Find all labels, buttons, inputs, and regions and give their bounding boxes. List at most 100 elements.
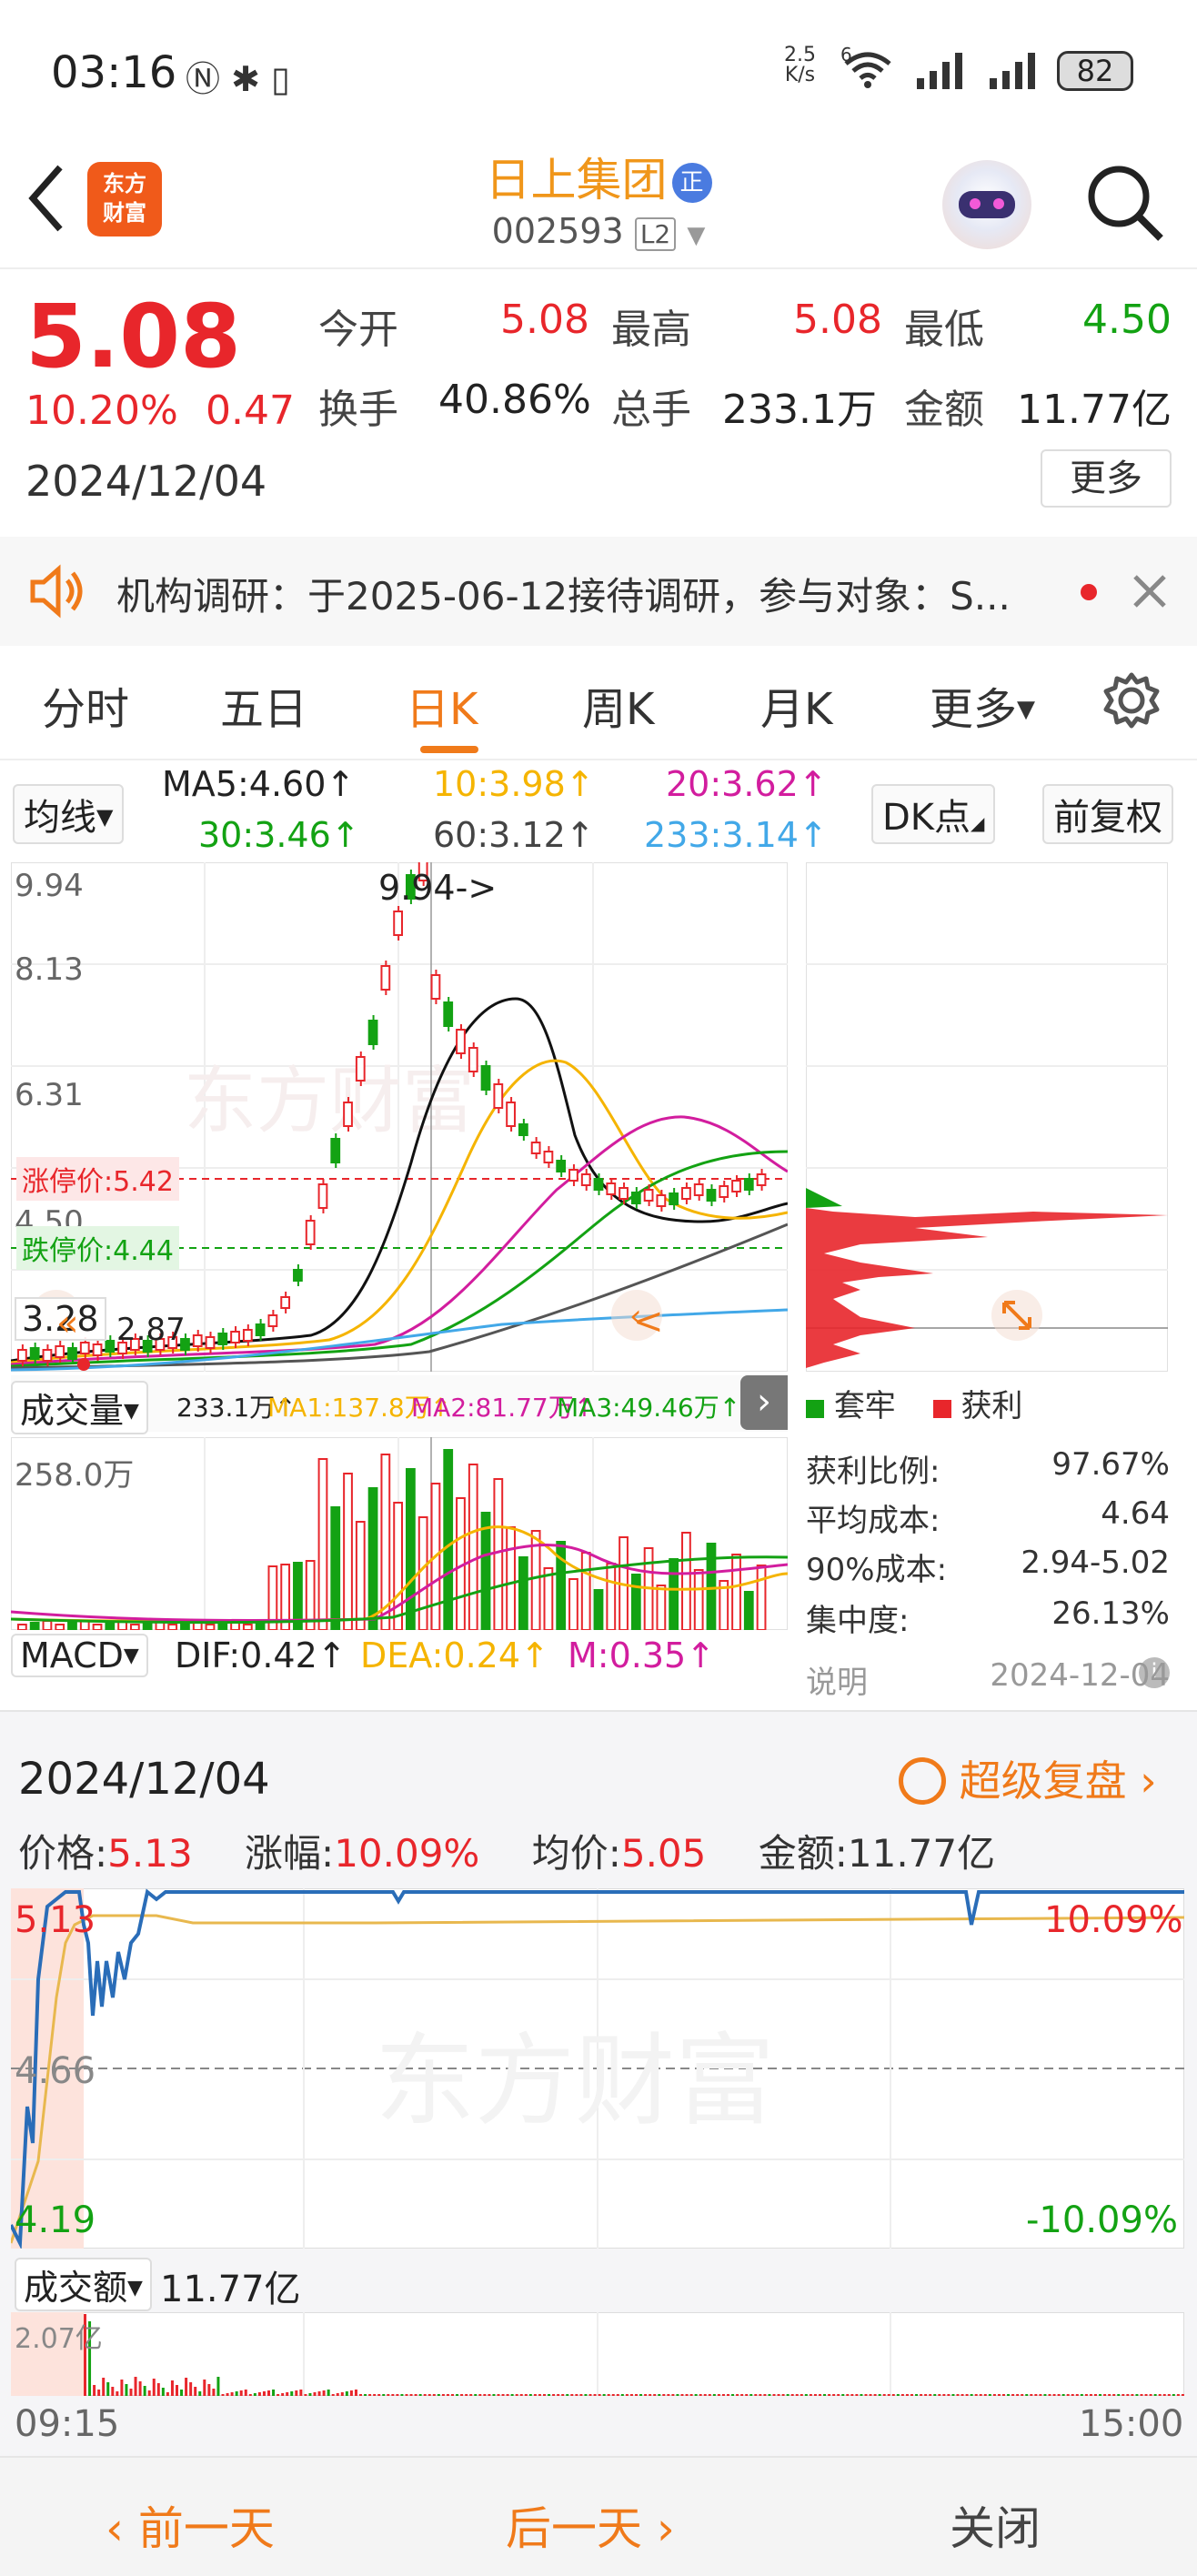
notice-bar[interactable]: 机构调研：于2025-06-12接待调研，参与对象：S... bbox=[0, 537, 1197, 646]
turnover-bar bbox=[1176, 2394, 1180, 2396]
turnover-bar bbox=[308, 2393, 312, 2396]
turnover-bar bbox=[125, 2384, 128, 2396]
turnover-bar bbox=[689, 2394, 693, 2396]
turnover-bar bbox=[528, 2394, 532, 2396]
next-day-button[interactable]: 后一天 › bbox=[506, 2492, 675, 2558]
turnover-bar bbox=[207, 2384, 211, 2396]
turnover-bar bbox=[432, 2394, 436, 2396]
turnover-bar bbox=[584, 2394, 588, 2396]
turnover-bar bbox=[662, 2394, 666, 2396]
ma30-label: 30:3.46↑ bbox=[198, 815, 360, 855]
field-label: 最低 bbox=[904, 307, 984, 353]
turnover-bar bbox=[262, 2391, 266, 2396]
intraday-price-chart[interactable]: 东方财富 bbox=[11, 1888, 1184, 2249]
tab-more[interactable]: 更多▼ bbox=[930, 673, 1035, 737]
turnover-bar bbox=[997, 2394, 1001, 2396]
turnover-bar bbox=[1162, 2394, 1166, 2396]
turnover-bar bbox=[790, 2394, 794, 2396]
turnover-bar bbox=[1135, 2394, 1139, 2396]
prev-day-button[interactable]: ‹ 前一天 bbox=[106, 2492, 275, 2558]
macd-selector[interactable]: MACD▼ bbox=[11, 1634, 148, 1677]
turnover-bar bbox=[938, 2394, 941, 2396]
turnover-bar bbox=[667, 2394, 670, 2396]
turnover-bar bbox=[1052, 2394, 1056, 2396]
volume-bar bbox=[756, 1565, 767, 1630]
dk-point-label: DK点 bbox=[882, 797, 971, 839]
net-speed-unit: K/s bbox=[784, 64, 816, 86]
chip-distribution-chart[interactable] bbox=[806, 862, 1168, 1372]
field-value: 5.08 bbox=[500, 297, 589, 343]
legend-trapped: 套牢 bbox=[833, 1388, 896, 1424]
turnover-bar bbox=[1112, 2394, 1116, 2396]
volume-selector[interactable]: 成交量▼ bbox=[11, 1381, 148, 1434]
rewind-icon[interactable]: « bbox=[56, 1303, 78, 1344]
chip-note[interactable]: 说明 i bbox=[806, 1657, 1170, 1701]
turnover-bar bbox=[644, 2394, 648, 2396]
turnover-bar bbox=[561, 2394, 565, 2396]
ma-selector[interactable]: 均线▼ bbox=[13, 784, 125, 844]
volume-bar bbox=[255, 1622, 266, 1630]
volume-bar bbox=[731, 1554, 741, 1630]
legend-swatch-profit bbox=[932, 1400, 951, 1418]
turnover-bar bbox=[1149, 2394, 1152, 2396]
turnover-bar bbox=[1167, 2394, 1171, 2396]
caret-down-icon: ▼ bbox=[96, 804, 114, 830]
turnover-bar bbox=[828, 2394, 831, 2396]
intraday-turnover-chart[interactable] bbox=[11, 2312, 1184, 2396]
chip-stat-row: 获利比例: 97.67% bbox=[806, 1446, 1170, 1491]
turnover-bar bbox=[699, 2394, 702, 2396]
turnover-bar bbox=[152, 2379, 156, 2396]
tab-daily-k[interactable]: 日K bbox=[406, 673, 478, 737]
turnover-bar bbox=[483, 2394, 487, 2396]
chip-date: 2024-12-04 bbox=[990, 1657, 1170, 1694]
close-button[interactable]: 关闭 bbox=[950, 2492, 1041, 2558]
tab-intraday[interactable]: 分时 bbox=[42, 673, 129, 737]
turnover-bar bbox=[93, 2385, 96, 2396]
gear-icon[interactable] bbox=[1102, 671, 1161, 730]
turnover-bar bbox=[1066, 2394, 1070, 2396]
turnover-bar bbox=[272, 2390, 276, 2396]
turnover-bar bbox=[221, 2394, 225, 2396]
turnover-bar bbox=[400, 2394, 404, 2396]
turnover-bar bbox=[703, 2394, 707, 2396]
turnover-bar bbox=[387, 2394, 390, 2396]
turnover-bar bbox=[488, 2394, 491, 2396]
turnover-bar bbox=[832, 2394, 836, 2396]
watermark: 东方财富 bbox=[375, 2023, 775, 2139]
status-bar: 03:16 Ⓝ ✱ ▯ 2.5 K/s 6 82 bbox=[0, 0, 1197, 136]
adjust-button[interactable]: 前复权 bbox=[1042, 784, 1173, 844]
volume-bar bbox=[493, 1478, 504, 1630]
volume-bar bbox=[669, 1558, 679, 1630]
turnover-bar bbox=[873, 2394, 877, 2396]
turnover-bar bbox=[786, 2394, 790, 2396]
turnover-bar bbox=[942, 2394, 946, 2396]
history-icon bbox=[899, 1757, 946, 1805]
chevron-right-icon[interactable]: › bbox=[740, 1375, 788, 1430]
tab-five-day[interactable]: 五日 bbox=[220, 673, 307, 737]
field-value: 40.86% bbox=[438, 377, 591, 423]
turnover-bar bbox=[456, 2394, 459, 2396]
stat-value: 11.77亿 bbox=[847, 1831, 996, 1876]
pct-top-label: 10.09% bbox=[1044, 1899, 1183, 1941]
robot-assistant-icon[interactable] bbox=[942, 160, 1031, 249]
turnover-bar bbox=[598, 2394, 601, 2396]
dk-point-button[interactable]: DK点◢ bbox=[871, 784, 996, 844]
chip-stat-label: 集中度: bbox=[806, 1603, 910, 1639]
signal-icon bbox=[917, 53, 962, 89]
tab-weekly-k[interactable]: 周K bbox=[582, 673, 654, 737]
turnover-bar bbox=[992, 2394, 996, 2396]
turnover-bar bbox=[120, 2380, 124, 2396]
close-icon[interactable] bbox=[1132, 573, 1168, 609]
tab-monthly-k[interactable]: 月K bbox=[760, 673, 832, 737]
turnover-bar bbox=[740, 2394, 744, 2396]
search-icon[interactable] bbox=[1084, 162, 1166, 244]
super-replay-button[interactable]: 超级复盘 › bbox=[899, 1748, 1157, 1808]
clock: 03:16 bbox=[51, 47, 177, 98]
turnover-bar bbox=[956, 2394, 960, 2396]
caret-down-icon: ▼ bbox=[124, 1400, 139, 1423]
turnover-bar bbox=[813, 2394, 817, 2396]
turnover-selector[interactable]: 成交额▼ bbox=[15, 2258, 152, 2311]
turnover-bar bbox=[694, 2394, 698, 2396]
more-button[interactable]: 更多 bbox=[1041, 449, 1172, 508]
turnover-bar bbox=[823, 2394, 827, 2396]
